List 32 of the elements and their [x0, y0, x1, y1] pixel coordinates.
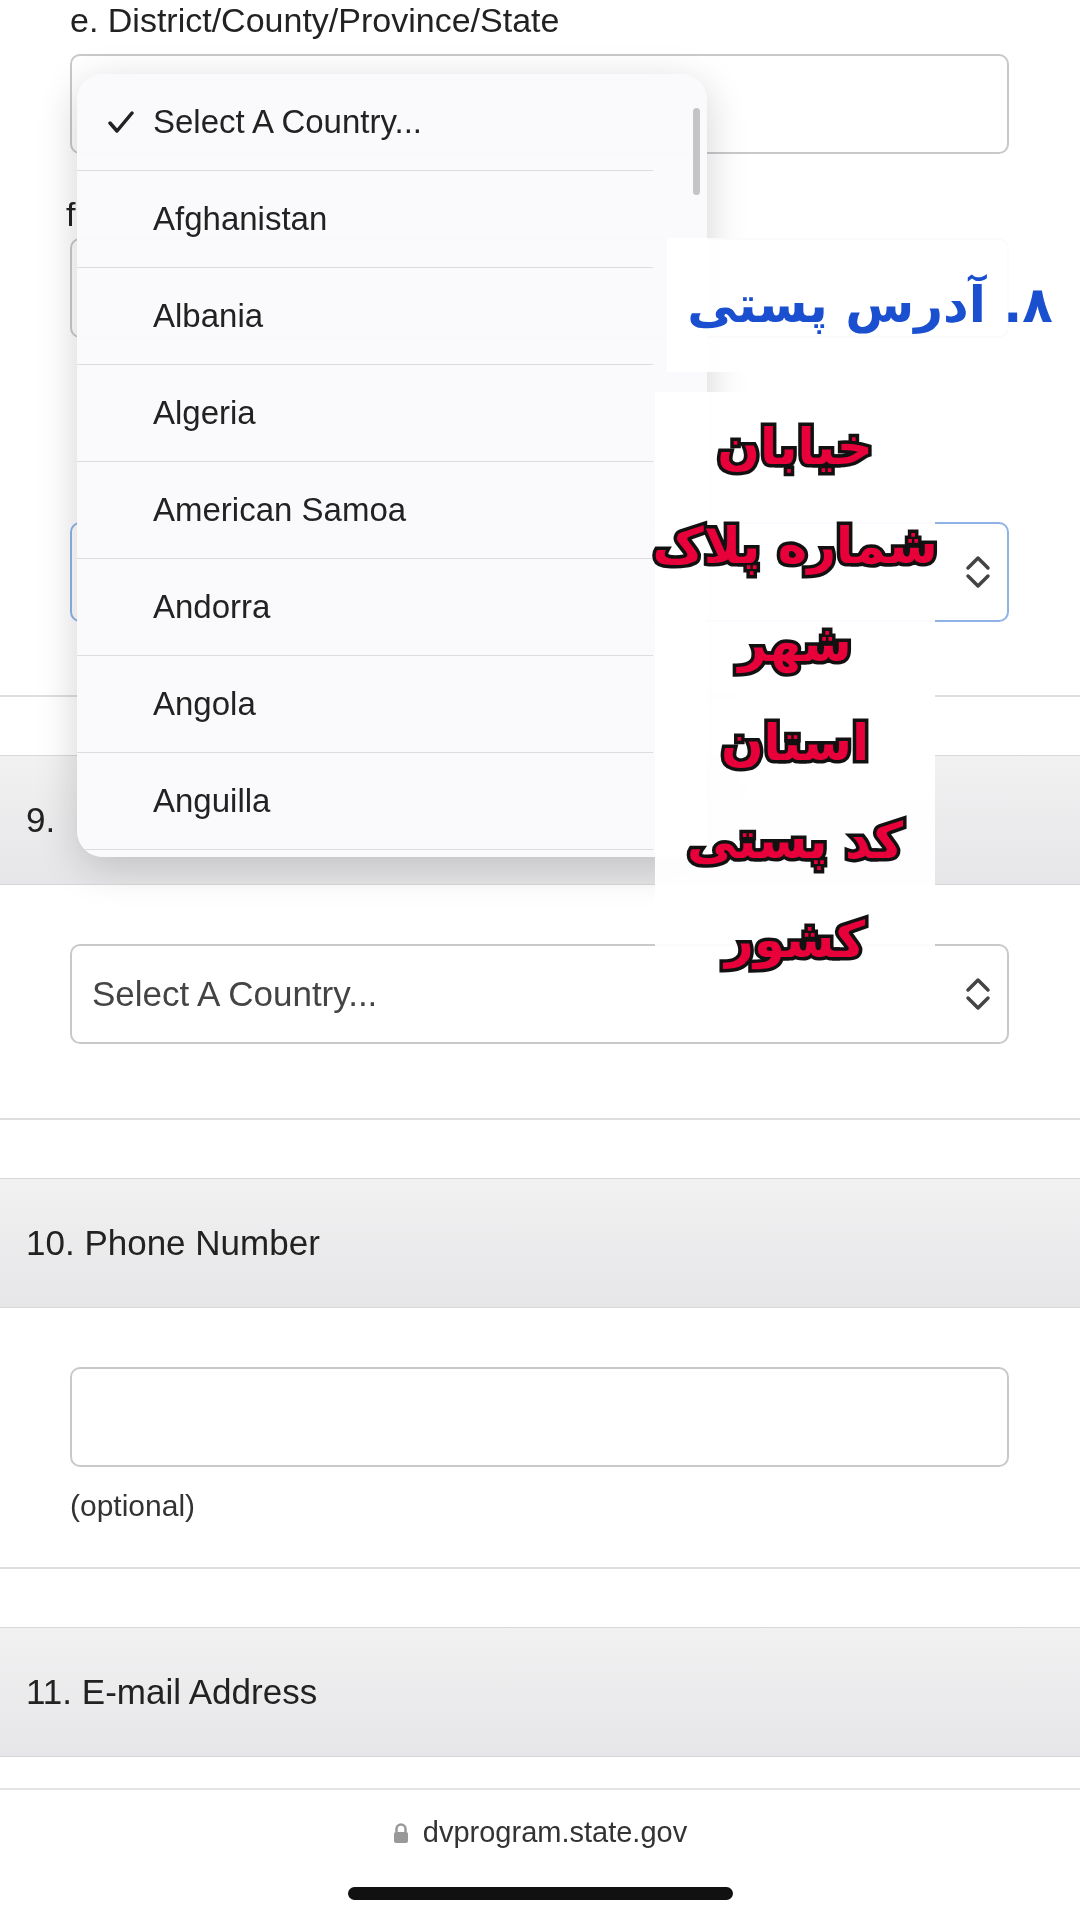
dropdown-option[interactable]: Algeria — [77, 365, 653, 462]
caption-text: شهر — [738, 614, 852, 675]
option-label: Andorra — [153, 588, 271, 626]
caption-text: کد پستی — [687, 811, 903, 872]
option-label: Afghanistan — [153, 200, 328, 238]
field-label: e. District/County/Province/State — [70, 0, 560, 40]
section-title: 9. — [26, 800, 56, 840]
option-label: Anguilla — [153, 782, 271, 820]
section-title: 10. Phone Number — [26, 1223, 320, 1263]
dropdown-option[interactable]: Albania — [77, 268, 653, 365]
caption-title: ۸. آدرس پستی — [687, 276, 1053, 334]
option-label: Albania — [153, 297, 264, 335]
home-indicator[interactable] — [348, 1887, 733, 1900]
dropdown-option[interactable]: American Samoa — [77, 462, 653, 559]
section-title: 11. E-mail Address — [26, 1672, 318, 1712]
option-label: American Samoa — [153, 491, 407, 529]
caption-text: شماره پلاک — [652, 515, 938, 576]
hint-text: (optional) — [70, 1489, 196, 1523]
dropdown-option[interactable]: Angola — [77, 656, 653, 753]
lock-icon — [392, 1822, 409, 1843]
option-label: Angola — [153, 685, 256, 723]
url-text[interactable]: dvprogram.state.gov — [422, 1816, 688, 1849]
option-label: Algeria — [153, 394, 256, 432]
input-field[interactable] — [70, 1367, 1009, 1467]
dropdown-option[interactable]: Andorra — [77, 559, 653, 656]
caption-text: استان — [720, 712, 870, 773]
dropdown-option[interactable]: Afghanistan — [77, 171, 653, 268]
dropdown-option[interactable]: Select A Country... — [77, 74, 653, 171]
dropdown-option[interactable]: Anguilla — [77, 753, 653, 850]
field-label: f — [66, 194, 76, 234]
option-label: Select A Country... — [153, 103, 423, 141]
caption-text: خیابان — [717, 417, 873, 478]
